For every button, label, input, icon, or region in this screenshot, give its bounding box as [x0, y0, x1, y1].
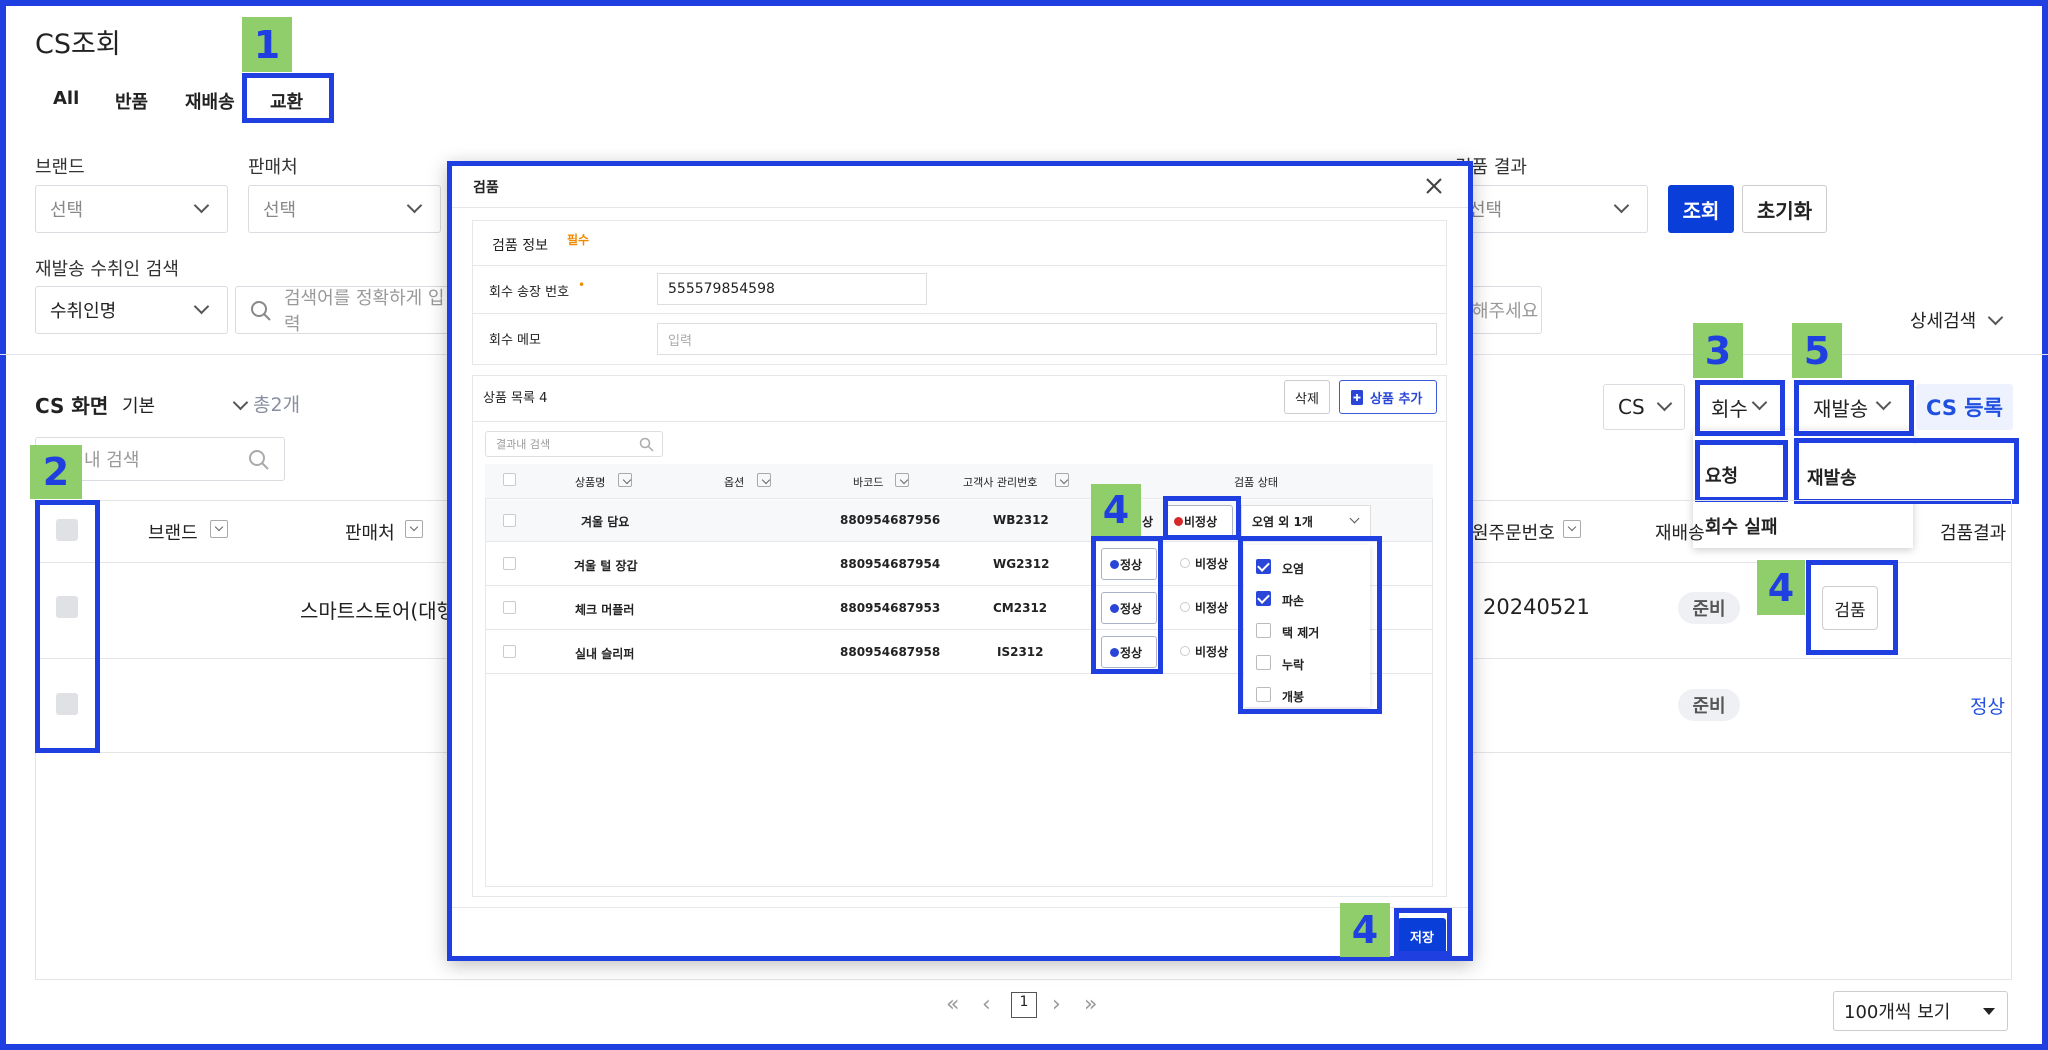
highlight-abnormal-radio: [1163, 496, 1241, 540]
tab-all[interactable]: All: [53, 88, 79, 109]
column-header-resend: 재배송: [1655, 523, 1705, 544]
status-badge: 준비: [1678, 592, 1740, 624]
last-page-icon[interactable]: »: [1084, 992, 1097, 1017]
page-title: CS조회: [35, 29, 121, 60]
annotation-badge-3: 3: [1693, 323, 1743, 378]
total-count: 총2개: [253, 394, 301, 416]
prev-page-icon[interactable]: ‹: [982, 992, 991, 1017]
chevron-down-icon: [193, 197, 210, 214]
chevron-down-icon: [406, 197, 423, 214]
cs-type-select[interactable]: CS: [1603, 384, 1685, 430]
chevron-down-icon: [1656, 395, 1673, 412]
brand-select[interactable]: 선택: [35, 185, 228, 233]
annotation-badge-2: 2: [30, 445, 82, 499]
annotation-badge-5: 5: [1792, 323, 1842, 378]
annotation-badge-4: 4: [1757, 560, 1805, 615]
tab-resend[interactable]: 재배송: [185, 88, 235, 114]
column-header-inspect-result: 검품결과: [1940, 523, 2007, 544]
highlight-collect-request: [1695, 440, 1788, 502]
annotation-badge-4: 4: [1340, 903, 1390, 957]
recipient-search-input-tail[interactable]: 해주세요: [1468, 286, 1542, 334]
search-icon: [251, 301, 271, 321]
detail-search-toggle[interactable]: 상세검색: [1910, 307, 2004, 333]
first-page-icon[interactable]: «: [946, 992, 959, 1017]
recipient-search-label: 재발송 수취인 검색: [35, 259, 179, 280]
brand-filter-label: 브랜드: [35, 157, 85, 178]
highlight-save-button: [1394, 908, 1452, 956]
highlight-collect-select: [1695, 380, 1785, 436]
view-select[interactable]: 기본: [122, 392, 249, 418]
column-filter-icon[interactable]: [405, 520, 423, 538]
annotation-badge-4: 4: [1091, 484, 1141, 536]
list-title: CS 화면: [35, 394, 109, 418]
inspection-result-select[interactable]: 선택: [1455, 185, 1648, 233]
recipient-type-select[interactable]: 수취인명: [35, 286, 228, 334]
page-number[interactable]: 1: [1011, 992, 1037, 1018]
seller-filter-label: 판매처: [248, 157, 298, 178]
seller-select[interactable]: 선택: [248, 185, 441, 233]
chevron-down-icon: [193, 298, 210, 315]
column-header-seller: 판매처: [345, 523, 395, 544]
row-seller: 스마트스토어(대행: [300, 599, 456, 623]
caret-down-icon: [1983, 1008, 1995, 1015]
next-page-icon[interactable]: ›: [1052, 992, 1061, 1017]
column-header-brand: 브랜드: [148, 523, 198, 544]
highlight-normal-radios: [1091, 536, 1163, 674]
page-size-select[interactable]: 100개씩 보기: [1833, 991, 2008, 1031]
column-filter-icon[interactable]: [210, 520, 228, 538]
tab-return[interactable]: 반품: [115, 88, 148, 114]
chevron-down-icon: [1613, 197, 1630, 214]
highlight-inspect-button: [1806, 560, 1898, 655]
highlight-exchange-tab: [242, 73, 334, 123]
reset-button[interactable]: 초기화: [1742, 185, 1827, 233]
cs-register-button[interactable]: CS 등록: [1916, 384, 2013, 430]
annotation-badge-1: 1: [242, 17, 292, 72]
row-orig-order-no: 20240521: [1483, 595, 1590, 619]
status-badge: 준비: [1678, 689, 1740, 721]
highlight-defect-options: [1238, 536, 1382, 714]
highlight-resend-select: [1794, 380, 1914, 436]
highlight-checkbox-column: [35, 500, 100, 753]
search-button[interactable]: 조회: [1668, 185, 1734, 233]
recipient-search-input[interactable]: 검색어를 정확하게 입력: [235, 286, 450, 335]
search-icon: [249, 450, 269, 470]
highlight-resend-option: [1794, 438, 2019, 504]
column-header-orig-order-no: 원주문번호: [1472, 523, 1555, 544]
column-filter-icon[interactable]: [1563, 520, 1581, 538]
inspect-result-value: 정상: [1970, 696, 2005, 718]
